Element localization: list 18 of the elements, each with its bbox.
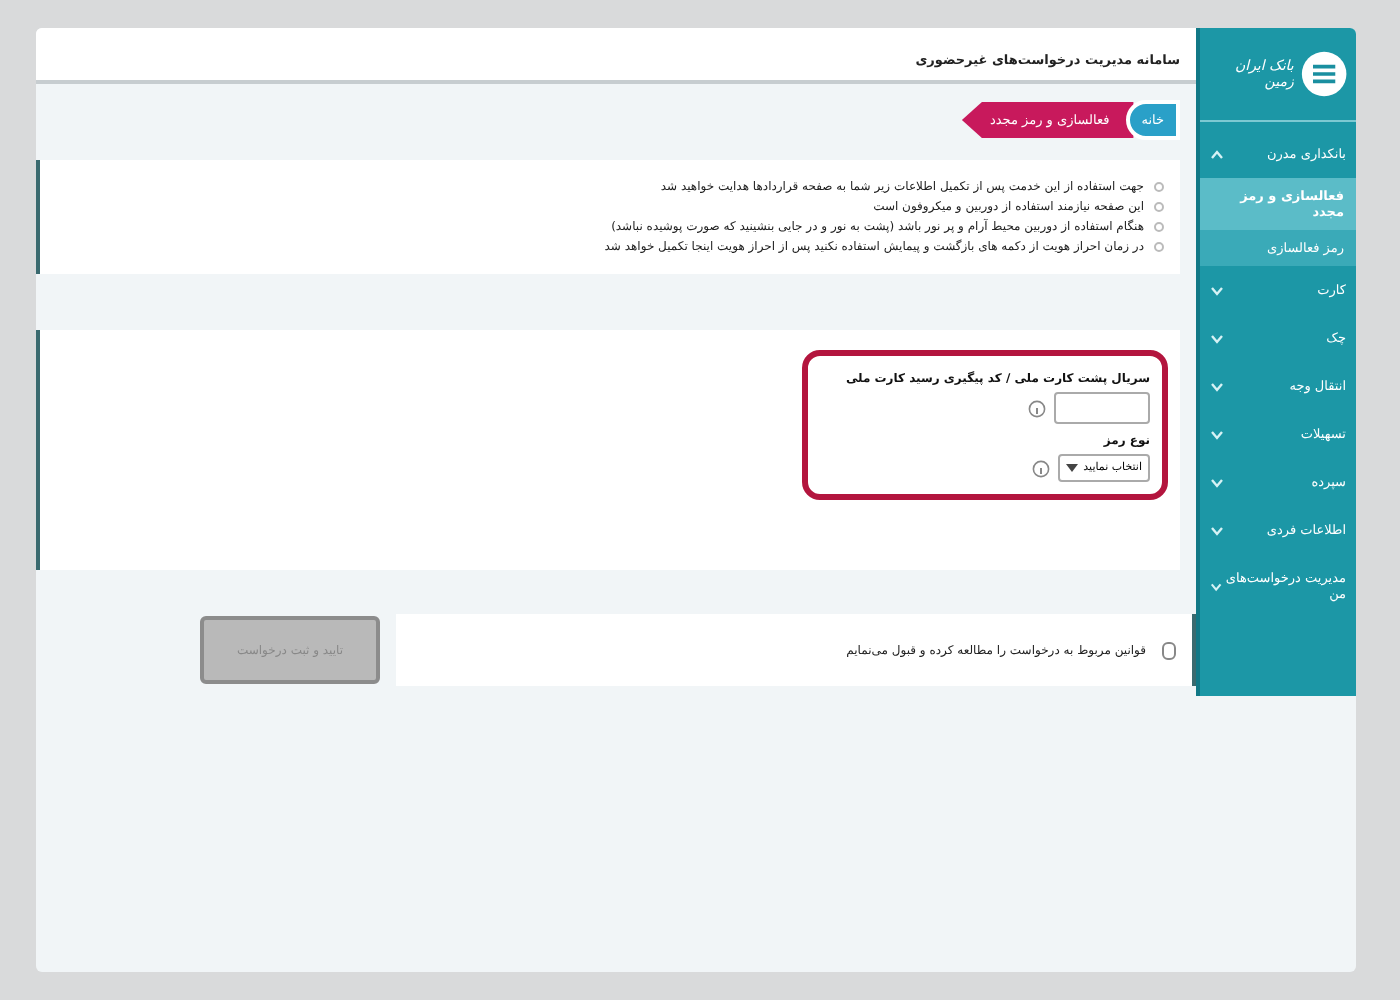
chevron-down-icon [1210,285,1224,295]
bullet-icon [1154,182,1164,192]
chevron-up-icon [1210,149,1224,159]
chevron-down-icon [1210,429,1224,439]
chevron-down-icon [1210,581,1223,591]
bullet-icon [1154,242,1164,252]
caret-icon [1066,464,1078,472]
info-icon [1028,399,1046,417]
chevron-down-icon [1210,333,1224,343]
info-icon [1032,459,1050,477]
chevron-down-icon [1210,477,1224,487]
bullet-icon [1154,202,1164,212]
bullet-icon [1154,222,1164,232]
logo-icon [1299,48,1348,100]
input-field[interactable] [1054,392,1150,424]
checkbox[interactable] [1162,641,1176,659]
chevron-down-icon [1210,525,1224,535]
chevron-down-icon [1210,381,1224,391]
